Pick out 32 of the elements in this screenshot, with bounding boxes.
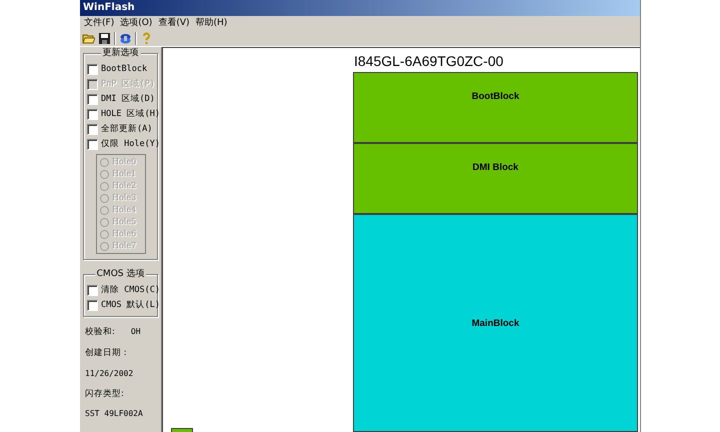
menu-item[interactable]: 帮助(H)	[196, 16, 232, 31]
checkbox[interactable]	[87, 139, 98, 150]
chip-title: I845GL-6A69TG0ZC-00	[353, 52, 504, 71]
checkbox-label: 仅限 Hole(Y)	[101, 138, 160, 151]
menu-item[interactable]: 文件(F)	[84, 16, 118, 31]
info-value: SST 49LF002A	[85, 408, 144, 420]
menu-item[interactable]: 查看(V)	[158, 16, 194, 31]
checkbox[interactable]	[87, 124, 98, 135]
block-label: DMI Block	[472, 161, 518, 173]
block-label: MainBlock	[472, 317, 520, 329]
save-icon[interactable]	[98, 32, 111, 45]
open-folder-icon[interactable]	[82, 32, 95, 45]
checkbox[interactable]	[87, 64, 98, 75]
chip-icon[interactable]	[119, 32, 132, 45]
checkbox-label: CMOS 默认(L)	[101, 299, 160, 312]
window-title: WinFlash	[80, 0, 640, 16]
checkbox[interactable]	[87, 300, 98, 311]
checkbox[interactable]	[87, 109, 98, 120]
checkbox[interactable]	[87, 285, 98, 296]
menu-item[interactable]: 选项(O)	[120, 16, 156, 31]
checkbox-label: 清除 CMOS(C)	[101, 284, 160, 297]
checkbox-label: HOLE 区域(H)	[101, 108, 160, 121]
checkbox-label: DMI 区域(D)	[101, 93, 155, 106]
checkbox-label: BootBlock	[101, 63, 148, 76]
checkbox[interactable]	[87, 94, 98, 105]
checkbox-label: 全部更新(A)	[101, 123, 152, 136]
info-value: OH	[130, 326, 141, 338]
info-label: 闪存类型:	[85, 388, 125, 400]
info-label: 创建日期 :	[85, 346, 128, 360]
info-value: 11/26/2002	[85, 368, 134, 380]
block-label: BootBlock	[472, 90, 520, 102]
info-label: 校验和:	[85, 326, 115, 339]
